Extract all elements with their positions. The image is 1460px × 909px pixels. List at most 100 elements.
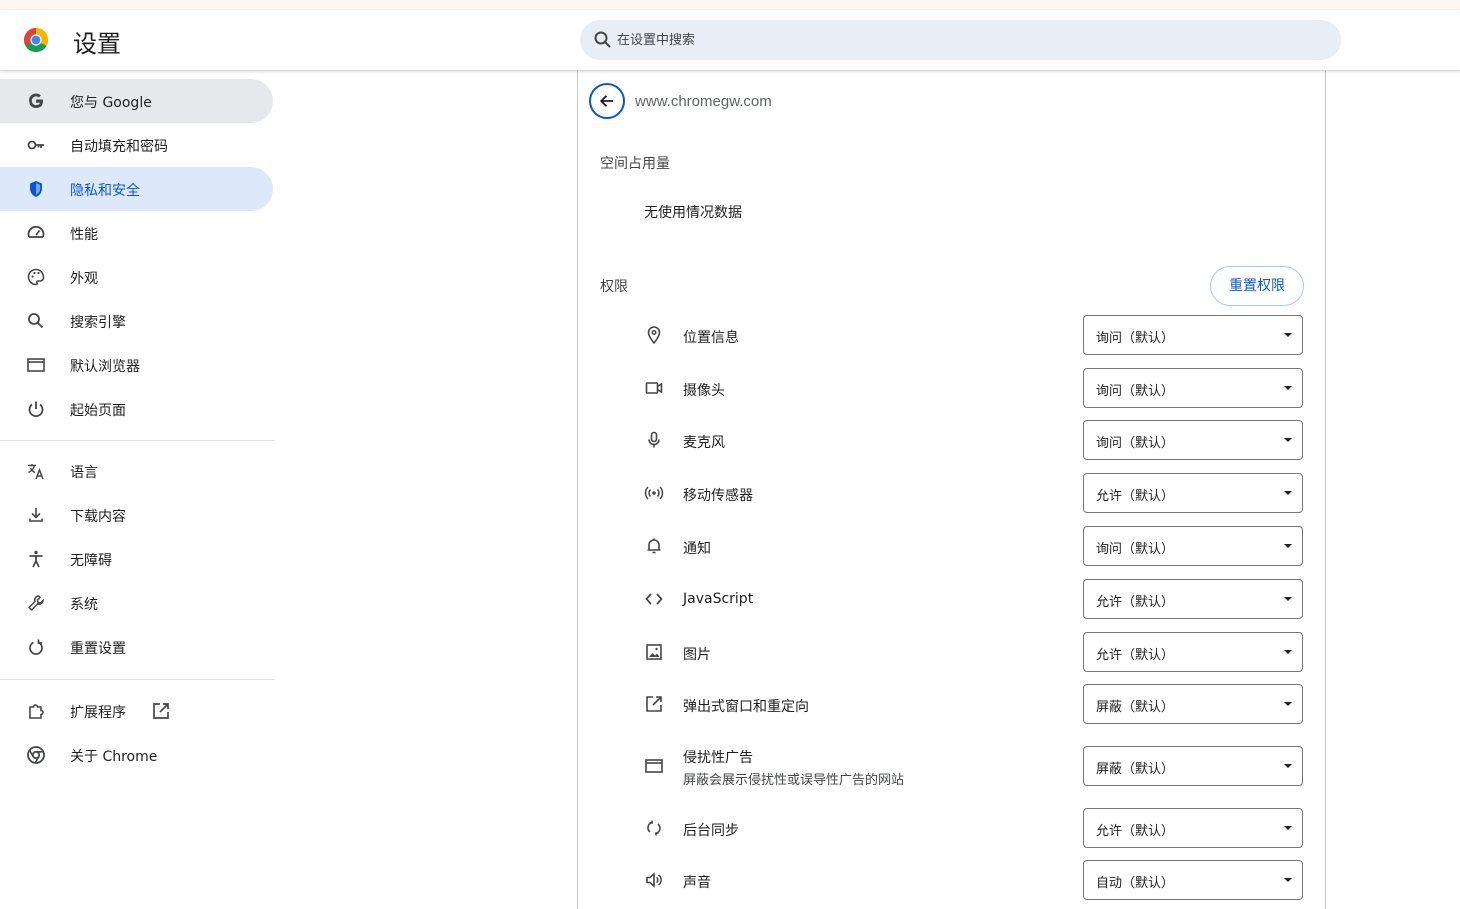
permission-row-microphone: 麦克风 询问（默认） — [578, 420, 1327, 460]
sidebar-item-about-chrome[interactable]: 关于 Chrome — [0, 733, 273, 777]
select-value: 询问（默认） — [1096, 384, 1175, 399]
wrench-icon — [27, 595, 44, 612]
sidebar-divider — [0, 440, 275, 441]
page-title: 设置 — [73, 30, 121, 58]
permission-label: 摄像头 — [683, 383, 725, 399]
image-icon — [646, 644, 662, 660]
chevron-down-icon — [1284, 826, 1292, 830]
sidebar-item-label: 扩展程序 — [70, 705, 126, 721]
sidebar-item-languages[interactable]: 语言 — [0, 449, 273, 493]
select-value: 询问（默认） — [1096, 331, 1175, 346]
select-value: 屏蔽（默认） — [1096, 700, 1175, 715]
chevron-down-icon — [1284, 386, 1292, 390]
sidebar-item-label: 关于 Chrome — [70, 749, 158, 765]
sidebar-item-label: 下载内容 — [70, 509, 126, 525]
ad-window-icon — [645, 759, 663, 773]
site-details-panel: www.chromegw.com 空间占用量 无使用情况数据 权限 重置权限 位… — [577, 71, 1326, 909]
permission-label: 声音 — [683, 875, 711, 891]
search-icon — [594, 31, 611, 48]
permission-row-sound: 声音 自动（默认） — [578, 860, 1327, 900]
sidebar-item-label: 隐私和安全 — [70, 183, 140, 199]
open-in-new-icon — [153, 703, 169, 719]
sidebar-item-autofill[interactable]: 自动填充和密码 — [0, 123, 273, 167]
permission-select-camera[interactable]: 询问（默认） — [1083, 368, 1303, 408]
google-g-icon — [29, 93, 43, 108]
reset-icon — [29, 639, 43, 655]
browser-window-icon — [27, 358, 45, 372]
sidebar-item-extensions[interactable]: 扩展程序 — [0, 689, 273, 733]
chrome-logo-icon — [23, 27, 49, 53]
sidebar-item-label: 默认浏览器 — [70, 359, 140, 375]
permissions-heading: 权限 — [600, 279, 628, 295]
sidebar-item-search-engine[interactable]: 搜索引擎 — [0, 299, 273, 343]
settings-search[interactable] — [580, 20, 1341, 60]
sidebar-item-label: 自动填充和密码 — [70, 139, 168, 155]
sidebar-item-default-browser[interactable]: 默认浏览器 — [0, 343, 273, 387]
settings-header: 设置 — [0, 10, 1460, 71]
sidebar-item-label: 您与 Google — [70, 95, 152, 111]
permission-select-notifications[interactable]: 询问（默认） — [1083, 526, 1303, 566]
bell-icon — [647, 538, 661, 554]
sidebar-item-on-startup[interactable]: 起始页面 — [0, 387, 273, 431]
sidebar-item-label: 语言 — [70, 465, 98, 481]
permission-select-javascript[interactable]: 允许（默认） — [1083, 579, 1303, 619]
permission-select-images[interactable]: 允许（默认） — [1083, 632, 1303, 672]
accessibility-icon — [29, 550, 43, 568]
camera-icon — [645, 382, 663, 394]
permission-label: 通知 — [683, 541, 711, 557]
permission-select-background-sync[interactable]: 允许（默认） — [1083, 808, 1303, 848]
permission-select-popups[interactable]: 屏蔽（默认） — [1083, 684, 1303, 724]
sidebar-item-reset-settings[interactable]: 重置设置 — [0, 625, 273, 669]
sidebar-item-downloads[interactable]: 下载内容 — [0, 493, 273, 537]
permission-label: 弹出式窗口和重定向 — [683, 699, 809, 715]
select-value: 询问（默认） — [1096, 436, 1175, 451]
sync-icon — [647, 820, 661, 836]
code-icon — [645, 593, 663, 605]
sidebar-item-system[interactable]: 系统 — [0, 581, 273, 625]
palette-icon — [27, 268, 45, 286]
search-input[interactable] — [617, 20, 1317, 60]
chevron-down-icon — [1284, 764, 1292, 768]
sidebar-item-label: 系统 — [70, 597, 98, 613]
permission-description: 屏蔽会展示侵扰性或误导性广告的网站 — [683, 773, 905, 788]
sidebar-item-you-and-google[interactable]: 您与 Google — [0, 79, 273, 123]
select-value: 自动（默认） — [1096, 876, 1175, 891]
window-top-strip — [0, 0, 1460, 10]
sidebar-item-performance[interactable]: 性能 — [0, 211, 273, 255]
open-in-new-icon — [646, 696, 662, 712]
chevron-down-icon — [1284, 544, 1292, 548]
chevron-down-icon — [1284, 650, 1292, 654]
sidebar-item-privacy[interactable]: 隐私和安全 — [0, 167, 273, 211]
permission-label: JavaScript — [683, 591, 754, 607]
reset-permissions-button[interactable]: 重置权限 — [1210, 266, 1304, 306]
permission-row-popups: 弹出式窗口和重定向 屏蔽（默认） — [578, 684, 1327, 724]
microphone-icon — [648, 431, 660, 448]
shield-icon — [30, 181, 42, 197]
permission-row-notifications: 通知 询问（默认） — [578, 526, 1327, 566]
sidebar-item-label: 无障碍 — [70, 553, 112, 569]
permission-label: 图片 — [683, 647, 711, 663]
permission-select-sound[interactable]: 自动（默认） — [1083, 860, 1303, 900]
chrome-icon — [27, 746, 45, 764]
back-button[interactable] — [589, 83, 625, 119]
speedometer-icon — [27, 225, 45, 238]
permission-select-location[interactable]: 询问（默认） — [1083, 315, 1303, 355]
permission-label: 移动传感器 — [683, 488, 753, 504]
sidebar-item-appearance[interactable]: 外观 — [0, 255, 273, 299]
usage-heading: 空间占用量 — [600, 156, 670, 172]
translate-icon — [28, 464, 44, 480]
sidebar-item-label: 重置设置 — [70, 641, 126, 657]
sidebar-item-accessibility[interactable]: 无障碍 — [0, 537, 273, 581]
sensor-icon — [644, 486, 664, 500]
key-icon — [27, 140, 44, 150]
chevron-down-icon — [1284, 491, 1292, 495]
search-icon — [28, 313, 44, 329]
puzzle-icon — [29, 704, 44, 719]
usage-text: 无使用情况数据 — [644, 205, 742, 221]
sidebar-item-label: 搜索引擎 — [70, 315, 126, 331]
permission-select-motion-sensors[interactable]: 允许（默认） — [1083, 473, 1303, 513]
select-value: 允许（默认） — [1096, 824, 1175, 839]
permission-select-intrusive-ads[interactable]: 屏蔽（默认） — [1083, 746, 1303, 786]
sidebar-item-label: 外观 — [70, 271, 98, 287]
permission-select-microphone[interactable]: 询问（默认） — [1083, 420, 1303, 460]
